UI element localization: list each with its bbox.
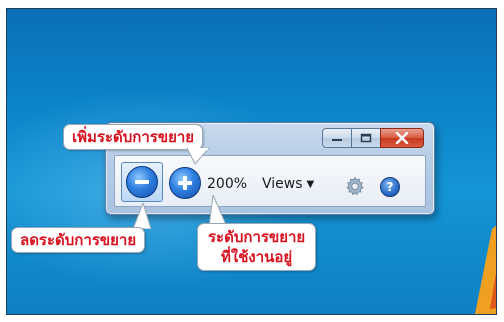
callout-zoom-out-pointer	[132, 203, 152, 229]
windows-logo	[475, 225, 496, 314]
zoom-out-button-highlight[interactable]	[121, 162, 163, 202]
minus-circle-icon	[135, 180, 149, 184]
minimize-button[interactable]	[322, 128, 352, 148]
views-dropdown[interactable]: Views ▼	[262, 176, 314, 192]
callout-zoom-in-text: เพิ่มระดับการขยาย	[72, 128, 195, 146]
zoom-out-button[interactable]	[126, 166, 158, 198]
help-icon[interactable]: ?	[380, 177, 400, 197]
plus-circle-icon	[178, 176, 192, 190]
gear-icon[interactable]	[345, 176, 365, 196]
maximize-icon	[360, 133, 372, 143]
desktop-screenshot: 200% Views ▼ ? เพิ่มระดับการขยาย ลดระดับก…	[6, 8, 497, 315]
callout-zoom-out: ลดระดับการขยาย	[11, 227, 146, 253]
callout-zoom-in-pointer	[187, 148, 210, 165]
zoom-in-button[interactable]	[169, 167, 201, 199]
chevron-down-icon: ▼	[306, 178, 315, 190]
callout-current-zoom: ระดับการขยาย ที่ใช้งานอยู่	[197, 223, 317, 271]
maximize-button[interactable]	[351, 128, 381, 148]
window-caption-buttons	[322, 128, 424, 148]
minimize-icon	[332, 139, 342, 141]
callout-zoom-in: เพิ่มระดับการขยาย	[63, 124, 204, 150]
close-icon	[395, 132, 409, 144]
zoom-level-value: 200%	[207, 176, 248, 192]
views-label: Views	[262, 176, 303, 192]
close-button[interactable]	[380, 128, 424, 148]
callout-zoom-out-text: ลดระดับการขยาย	[20, 231, 137, 249]
callout-current-zoom-line1: ระดับการขยาย	[208, 228, 306, 246]
callout-current-zoom-line2: ที่ใช้งานอยู่	[221, 248, 293, 266]
